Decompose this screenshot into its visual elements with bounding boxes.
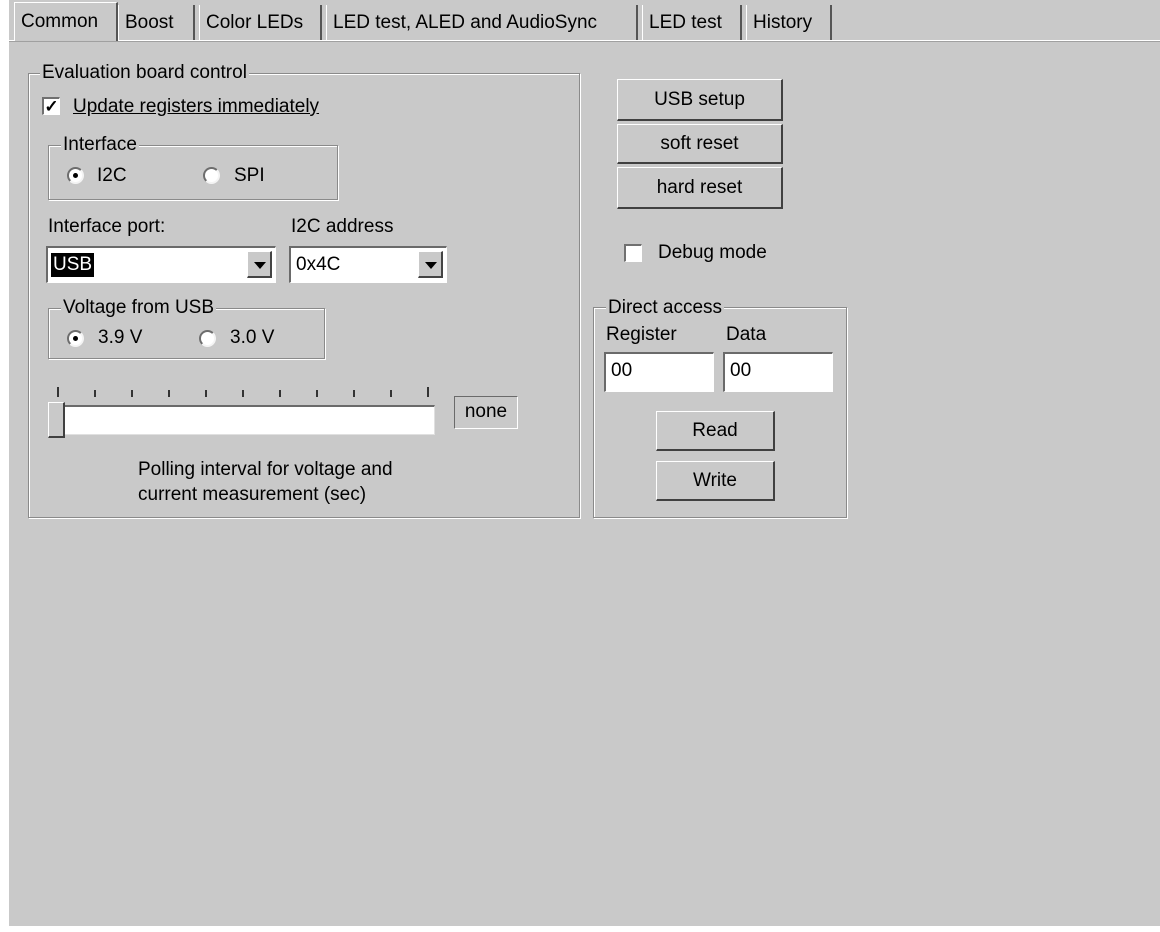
slider-tick: [279, 390, 281, 397]
i2c-radio[interactable]: [67, 167, 84, 184]
data-label: Data: [726, 324, 767, 345]
voltage-3-9-radio[interactable]: [67, 330, 84, 347]
window-left-edge: [0, 0, 9, 932]
update-immediately-label[interactable]: Update registers immediately: [73, 96, 319, 118]
voltage-3-0-radio[interactable]: [199, 330, 216, 347]
slider-tick: [57, 387, 59, 397]
slider-tick: [353, 390, 355, 397]
slider-tick: [316, 390, 318, 397]
polling-interval-thumb[interactable]: [48, 402, 65, 438]
spi-label[interactable]: SPI: [234, 165, 265, 187]
slider-tick: [390, 390, 392, 397]
slider-tick: [94, 390, 96, 397]
chevron-down-icon[interactable]: [247, 251, 272, 278]
polling-interval-track[interactable]: [52, 405, 435, 435]
tab-led-test-aled-audiosync[interactable]: LED test, ALED and AudioSync: [326, 5, 638, 40]
evaluation-board-title: Evaluation board control: [40, 62, 249, 83]
usb-setup-button[interactable]: USB setup: [617, 79, 783, 121]
radio-selected-dot: [73, 336, 78, 341]
window-bottom-edge: [0, 926, 1160, 932]
polling-interval-readout: none: [454, 396, 518, 429]
tab-color-leds[interactable]: Color LEDs: [199, 5, 322, 40]
checkmark-icon: ✓: [44, 97, 59, 116]
slider-tick: [242, 390, 244, 397]
slider-tick: [131, 390, 133, 397]
debug-mode-label[interactable]: Debug mode: [658, 242, 767, 264]
interface-port-label: Interface port:: [48, 216, 166, 237]
hard-reset-button[interactable]: hard reset: [617, 167, 783, 209]
radio-selected-dot: [73, 173, 78, 178]
tab-led-test[interactable]: LED test: [642, 5, 742, 40]
interface-port-select[interactable]: USB: [46, 246, 276, 283]
interface-port-value: USB: [51, 253, 95, 277]
i2c-address-value: 0x4C: [296, 254, 341, 275]
chevron-down-icon[interactable]: [418, 251, 443, 278]
i2c-address-select[interactable]: 0x4C: [289, 246, 447, 283]
tab-history[interactable]: History: [746, 5, 832, 40]
direct-access-title: Direct access: [606, 297, 725, 318]
read-button[interactable]: Read: [656, 411, 775, 451]
register-label: Register: [606, 324, 677, 345]
tab-common[interactable]: Common: [14, 2, 118, 41]
voltage-3-9-label[interactable]: 3.9 V: [98, 327, 142, 349]
slider-tick: [168, 390, 170, 397]
spi-radio[interactable]: [203, 167, 220, 184]
slider-tick: [205, 390, 207, 397]
data-input[interactable]: 00: [723, 352, 833, 392]
polling-caption-line2: current measurement (sec): [138, 484, 367, 505]
debug-mode-checkbox[interactable]: [624, 244, 642, 262]
register-input[interactable]: 00: [604, 352, 714, 392]
soft-reset-button[interactable]: soft reset: [617, 124, 783, 164]
tab-boost[interactable]: Boost: [118, 5, 195, 40]
voltage-title: Voltage from USB: [61, 297, 217, 318]
write-button[interactable]: Write: [656, 461, 775, 501]
tab-strip-border: [9, 40, 1160, 42]
update-immediately-checkbox[interactable]: ✓: [42, 97, 60, 115]
polling-caption-line1: Polling interval for voltage and: [138, 459, 393, 480]
voltage-3-0-label[interactable]: 3.0 V: [230, 327, 274, 349]
i2c-label[interactable]: I2C: [97, 165, 127, 187]
slider-tick: [427, 387, 429, 397]
interface-title: Interface: [61, 134, 139, 155]
i2c-address-label: I2C address: [291, 216, 394, 237]
